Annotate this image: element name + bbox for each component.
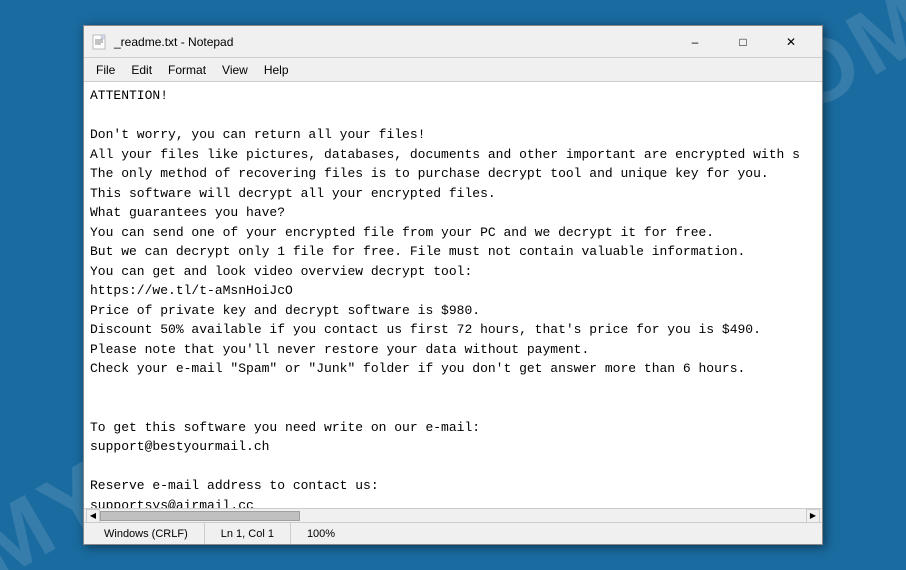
- window-controls: – □ ✕: [672, 26, 814, 58]
- scroll-left-button[interactable]: ◀: [86, 509, 100, 523]
- text-area-container: [84, 82, 822, 508]
- horizontal-scrollbar[interactable]: ◀ ▶: [84, 508, 822, 522]
- menu-view[interactable]: View: [214, 61, 256, 79]
- minimize-button[interactable]: –: [672, 26, 718, 58]
- h-scroll-track[interactable]: [100, 511, 806, 521]
- status-bar: Windows (CRLF) Ln 1, Col 1 100%: [84, 522, 822, 544]
- close-button[interactable]: ✕: [768, 26, 814, 58]
- h-scroll-thumb[interactable]: [100, 511, 300, 521]
- title-bar: _readme.txt - Notepad – □ ✕: [84, 26, 822, 58]
- status-zoom: 100%: [291, 523, 351, 544]
- app-icon: [92, 34, 108, 50]
- window-title: _readme.txt - Notepad: [114, 35, 672, 49]
- menu-file[interactable]: File: [88, 61, 123, 79]
- maximize-button[interactable]: □: [720, 26, 766, 58]
- scroll-right-button[interactable]: ▶: [806, 509, 820, 523]
- status-encoding: Windows (CRLF): [88, 523, 205, 544]
- menu-bar: File Edit Format View Help: [84, 58, 822, 82]
- menu-edit[interactable]: Edit: [123, 61, 160, 79]
- text-editor[interactable]: [84, 82, 822, 508]
- menu-format[interactable]: Format: [160, 61, 214, 79]
- notepad-window: _readme.txt - Notepad – □ ✕ File Edit Fo…: [83, 25, 823, 545]
- status-line-col: Ln 1, Col 1: [205, 523, 291, 544]
- menu-help[interactable]: Help: [256, 61, 297, 79]
